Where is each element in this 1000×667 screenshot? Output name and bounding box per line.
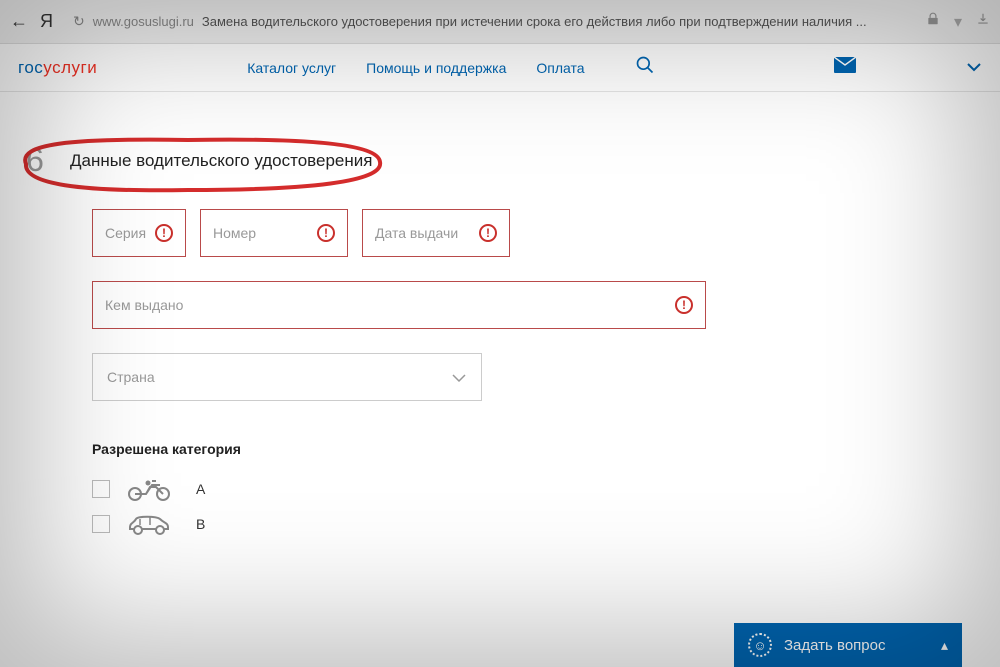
category-b-label: B [196, 516, 205, 532]
step-number: 6 [20, 142, 50, 179]
back-button[interactable]: ← [10, 11, 28, 32]
refresh-icon[interactable]: ↻ [73, 13, 85, 30]
license-form: Серия ! Номер ! Дата выдачи ! Кем выдано… [20, 179, 980, 401]
gosuslugi-logo[interactable]: госуслуги [18, 58, 97, 78]
issue-date-placeholder: Дата выдачи [375, 225, 458, 241]
series-placeholder: Серия [105, 225, 146, 241]
error-icon: ! [317, 224, 335, 242]
main-nav: Каталог услуг Помощь и поддержка Оплата [247, 60, 584, 76]
issued-by-placeholder: Кем выдано [105, 297, 183, 313]
site-header: госуслуги Каталог услуг Помощь и поддерж… [0, 44, 1000, 92]
user-menu-icon[interactable] [966, 59, 982, 77]
browser-toolbar: ← Я ↻ www.gosuslugi.ru Замена водительск… [0, 0, 1000, 44]
category-row-b: B [92, 513, 980, 535]
issue-date-input[interactable]: Дата выдачи ! [362, 209, 510, 257]
series-input[interactable]: Серия ! [92, 209, 186, 257]
category-row-a: A [92, 477, 980, 501]
country-select[interactable]: Страна [92, 353, 482, 401]
nav-help[interactable]: Помощь и поддержка [366, 60, 506, 76]
download-icon[interactable] [976, 12, 990, 31]
chevron-up-icon: ▴ [941, 637, 948, 654]
url-domain: www.gosuslugi.ru [93, 14, 194, 29]
search-icon[interactable] [635, 55, 655, 80]
address-bar[interactable]: ↻ www.gosuslugi.ru Замена водительского … [65, 13, 914, 30]
number-placeholder: Номер [213, 225, 256, 241]
chevron-down-icon [451, 367, 467, 388]
number-input[interactable]: Номер ! [200, 209, 348, 257]
yandex-logo: Я [40, 11, 53, 32]
security-icon[interactable] [926, 12, 940, 31]
mail-icon[interactable] [834, 57, 856, 78]
issued-by-input[interactable]: Кем выдано ! [92, 281, 706, 329]
country-placeholder: Страна [107, 369, 155, 385]
error-icon: ! [155, 224, 173, 242]
browser-actions: ▾ [926, 12, 990, 32]
step-6-section: 6 Данные водительского удостоверения Сер… [0, 112, 1000, 535]
bookmark-icon[interactable]: ▾ [954, 12, 962, 32]
page-title-text: Замена водительского удостоверения при и… [202, 14, 867, 29]
ask-question-label: Задать вопрос [784, 637, 885, 654]
error-icon: ! [675, 296, 693, 314]
category-a-checkbox[interactable] [92, 480, 110, 498]
nav-payment[interactable]: Оплата [536, 60, 584, 76]
ask-question-button[interactable]: ☺ Задать вопрос ▴ [734, 623, 962, 667]
category-b-checkbox[interactable] [92, 515, 110, 533]
chat-icon: ☺ [748, 633, 772, 657]
category-a-label: A [196, 481, 205, 497]
error-icon: ! [479, 224, 497, 242]
categories-section: Разрешена категория A [20, 401, 980, 535]
car-icon [126, 513, 180, 535]
step-title: Данные водительского удостоверения [70, 151, 372, 171]
nav-catalog[interactable]: Каталог услуг [247, 60, 336, 76]
form-content: 6 Данные водительского удостоверения Сер… [0, 92, 1000, 667]
categories-title: Разрешена категория [92, 441, 980, 457]
motorcycle-icon [126, 477, 180, 501]
